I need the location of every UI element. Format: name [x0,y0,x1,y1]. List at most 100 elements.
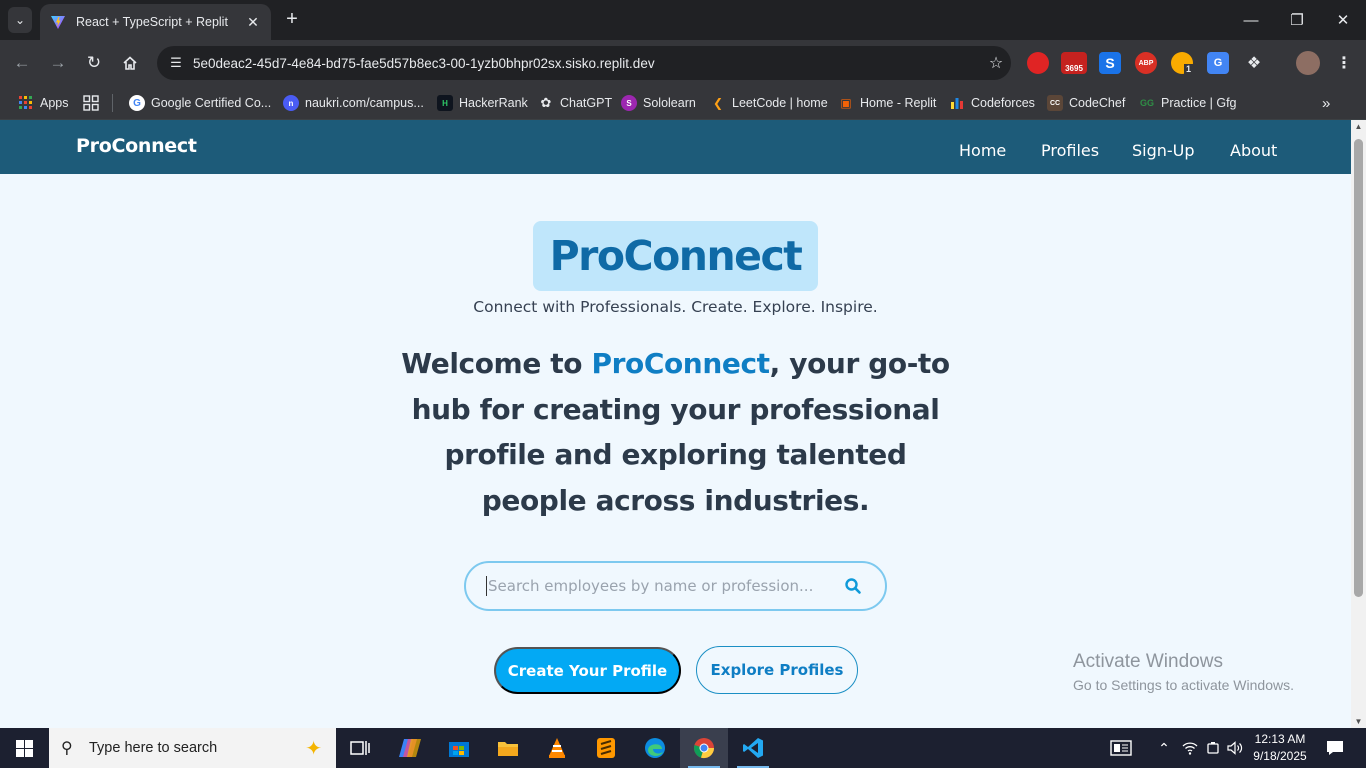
vite-icon [51,16,65,29]
search-icon[interactable] [843,577,863,595]
sublime-text-icon[interactable] [582,728,630,768]
bookmarks-bar: Apps G Google Certified Co... n naukri.c… [0,86,1366,120]
nav-about[interactable]: About [1230,141,1277,160]
new-tab-button[interactable]: + [281,8,303,30]
activate-windows-watermark: Activate Windows Go to Settings to activ… [1073,651,1294,693]
windows-start-icon[interactable] [0,728,48,768]
bookmark-label: ChatGPT [560,96,613,110]
bookmark-chatgpt[interactable]: ✿ ChatGPT [538,93,613,113]
taskbar-search-placeholder: Type here to search [89,740,218,756]
bookmark-label: Codeforces [971,96,1035,110]
page-viewport: ProConnect Home Profiles Sign-Up About P… [0,120,1351,728]
page-scrollbar[interactable]: ▲ ▼ [1351,120,1366,728]
bookmark-star-icon[interactable]: ☆ [981,53,1011,73]
bookmark-sololearn[interactable]: S Sololearn [621,93,696,113]
employee-search-input[interactable]: Search employees by name or profession..… [464,561,887,611]
extension-s-icon[interactable]: S [1099,52,1121,74]
extensions-puzzle-icon[interactable]: ❖ [1243,52,1265,74]
copilot-sparkle-icon[interactable]: ✦ [305,736,322,761]
bookmark-label: LeetCode | home [732,96,828,110]
tab-title: React + TypeScript + Replit [76,15,228,29]
bookmark-apps[interactable]: Apps [18,93,69,113]
extension-counter-icon[interactable]: 3695 [1061,52,1087,74]
chatgpt-icon: ✿ [540,95,552,110]
bookmark-google-certified[interactable]: G Google Certified Co... [129,93,271,113]
bookmark-label: Sololearn [643,96,696,110]
watermark-subtitle: Go to Settings to activate Windows. [1073,677,1294,693]
back-icon[interactable]: ← [10,51,34,75]
copilot-icon[interactable] [386,728,434,768]
window-close-icon[interactable]: ✕ [1320,0,1366,40]
explore-profiles-button[interactable]: Explore Profiles [696,646,858,694]
leetcode-icon: ❮ [712,96,724,110]
vlc-icon[interactable] [533,728,581,768]
scroll-up-icon[interactable]: ▲ [1351,122,1366,131]
chrome-icon[interactable] [680,728,728,768]
bookmark-label: Home - Replit [860,96,937,110]
bookmark-gfg[interactable]: GG Practice | Gfg [1139,93,1237,113]
forward-icon[interactable]: → [46,51,70,75]
wifi-icon[interactable] [1178,728,1202,768]
bookmark-naukri[interactable]: n naukri.com/campus... [283,93,424,113]
bookmark-leetcode[interactable]: ❮ LeetCode | home [710,93,828,113]
browser-tab-active[interactable]: React + TypeScript + Replit ✕ [40,4,271,40]
apps-grid-icon [18,95,34,111]
bookmark-codechef[interactable]: CC CodeChef [1047,93,1125,113]
notifications-icon[interactable] [1318,728,1352,768]
minimize-icon[interactable]: — [1228,0,1274,40]
tab-groups-icon[interactable] [83,93,99,113]
browser-toolbar: ← → ↻ ☰ 5e0deac2-45d7-4e84-bd75-fae5d57b… [0,40,1366,86]
restore-icon[interactable]: ❐ [1274,0,1320,40]
adblock-icon[interactable]: ABP [1135,52,1157,74]
news-widget-icon[interactable] [1106,728,1136,768]
battery-icon[interactable] [1202,728,1224,768]
url-text[interactable]: 5e0deac2-45d7-4e84-bd75-fae5d57b8ec3-00-… [193,56,981,71]
site-info-icon[interactable]: ☰ [163,55,189,71]
extension-yellow-icon[interactable]: 1 [1171,52,1193,74]
tab-close-icon[interactable]: ✕ [245,14,261,31]
task-view-icon[interactable] [336,728,384,768]
vscode-icon[interactable] [729,728,777,768]
create-profile-button[interactable]: Create Your Profile [494,647,681,694]
bookmark-hackerrank[interactable]: H HackerRank [437,93,528,113]
hackerrank-icon: H [437,95,453,111]
extension-red-icon[interactable] [1027,52,1049,74]
tab-search-dropdown-icon[interactable]: ⌄ [8,7,32,33]
bookmark-label: CodeChef [1069,96,1126,110]
sololearn-icon: S [621,95,637,111]
taskbar-clock[interactable]: 12:13 AM 9/18/2025 [1248,731,1312,765]
reload-icon[interactable]: ↻ [82,51,106,75]
more-bookmarks-icon[interactable]: » [1322,93,1330,113]
home-icon[interactable] [118,51,142,75]
microsoft-store-icon[interactable] [435,728,483,768]
tray-chevron-up-icon[interactable]: ⌃ [1154,728,1174,768]
edge-icon[interactable] [631,728,679,768]
bookmark-label: HackerRank [459,96,528,110]
welcome-heading: Welcome to ProConnect, your go-to hub fo… [395,341,956,523]
codeforces-icon [949,95,965,111]
taskbar-search-box[interactable]: ⚲ Type here to search ✦ [49,728,336,768]
browser-menu-icon[interactable]: ⋮ [1333,52,1355,74]
volume-icon[interactable] [1224,728,1246,768]
scrollbar-thumb[interactable] [1354,139,1363,597]
gfg-icon: GG [1139,98,1154,108]
scroll-down-icon[interactable]: ▼ [1351,717,1366,726]
bookmark-codeforces[interactable]: Codeforces [949,93,1035,113]
address-bar[interactable]: ☰ 5e0deac2-45d7-4e84-bd75-fae5d57b8ec3-0… [157,46,1011,80]
nav-profiles[interactable]: Profiles [1041,141,1099,160]
bookmark-replit[interactable]: ▣ Home - Replit [838,93,936,113]
site-brand[interactable]: ProConnect [76,135,197,157]
nav-sign-up[interactable]: Sign-Up [1132,141,1195,160]
site-header: ProConnect Home Profiles Sign-Up About [0,120,1351,174]
nav-home[interactable]: Home [959,141,1006,160]
bookmark-label: Apps [40,96,69,110]
naukri-icon: n [283,95,299,111]
google-icon: G [129,95,145,111]
bookmark-label: Google Certified Co... [151,96,272,110]
profile-avatar[interactable] [1296,51,1320,75]
codechef-icon: CC [1047,95,1063,111]
bookmark-label: naukri.com/campus... [305,96,424,110]
welcome-accent: ProConnect [591,347,770,380]
google-translate-icon[interactable]: G [1207,52,1229,74]
file-explorer-icon[interactable] [484,728,532,768]
